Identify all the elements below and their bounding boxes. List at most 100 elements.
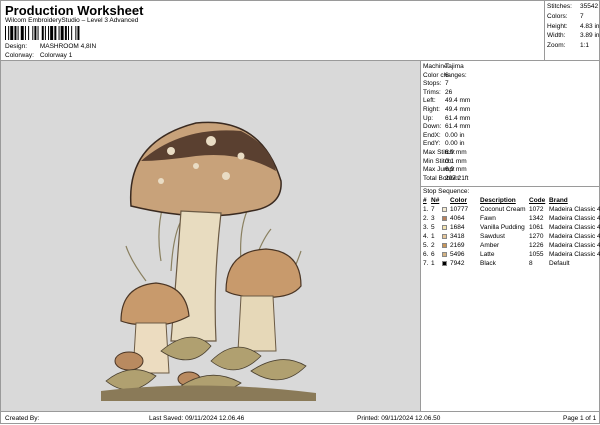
col-code: Code xyxy=(529,197,546,204)
machine-info-panel: Machine: Tajima Color changes: 6 Stops: 7 Trim… xyxy=(421,61,600,411)
cell-brand: Madeira Classic 40 xyxy=(549,224,600,231)
cell-num: 4. xyxy=(423,233,429,240)
cell-code: 8 xyxy=(529,260,533,267)
machine-info-label: Down: xyxy=(423,123,442,131)
cell-n: 5 xyxy=(431,224,435,231)
design-value: MASHROOM 4,8IN xyxy=(39,43,97,50)
machine-info-row: Left: 49.4 mm xyxy=(423,97,599,104)
stat-height: Height: 4.83 in xyxy=(547,23,600,30)
stat-colors: Colors: 7 xyxy=(547,13,584,20)
machine-info-value: 0.1 mm xyxy=(445,157,467,165)
worksheet-title: Production Worksheet xyxy=(5,3,144,18)
color-swatch xyxy=(442,216,447,221)
stop-sequence-row: 2. 3 4064 Fawn 1342 Madeira Classic 40 xyxy=(421,215,600,224)
cell-color: 10777 xyxy=(450,206,469,213)
col-n: N# xyxy=(431,197,440,204)
machine-info-value: 49.4 mm xyxy=(445,106,471,113)
stat-zoom: Zoom: 1:1 xyxy=(547,42,590,49)
machine-info-value: 7 xyxy=(445,80,449,88)
color-swatch xyxy=(442,207,447,212)
cell-code: 1055 xyxy=(529,251,544,258)
machine-info-row: Max Jump: 6.9 mm xyxy=(423,166,599,173)
mushroom-embroidery-image xyxy=(101,121,316,401)
design-preview-canvas xyxy=(1,61,421,411)
machine-info-row: Up: 61.4 mm xyxy=(423,115,599,122)
machine-info-label: Stops: xyxy=(423,80,442,88)
cell-color: 1684 xyxy=(450,224,465,231)
color-swatch xyxy=(442,225,447,230)
cell-num: 7. xyxy=(423,260,429,267)
cell-n: 2 xyxy=(431,242,435,249)
stop-sequence-row: 4. 1 3418 Sawdust 1270 Madeira Classic 40 xyxy=(421,233,600,242)
cell-description: Amber xyxy=(480,242,500,249)
worksheet-footer: Created By: Last Saved: 09/11/2024 12.06… xyxy=(1,411,600,425)
stop-sequence-row: 7. 1 7942 Black 8 Default xyxy=(421,260,600,269)
machine-info-row: Total Bobbin: 207.21ft xyxy=(423,175,599,182)
machine-info-row: Stops: 7 xyxy=(423,80,599,87)
cell-color: 3418 xyxy=(450,233,465,240)
col-color: Color xyxy=(450,197,467,204)
stat-width: Width: 3.89 in xyxy=(547,32,600,39)
stop-sequence-title: Stop Sequence: xyxy=(423,188,470,195)
cell-num: 2. xyxy=(423,215,429,222)
cell-description: Coconut Cream xyxy=(480,206,526,213)
cell-color: 4064 xyxy=(450,215,465,222)
color-swatch xyxy=(442,261,447,266)
machine-info-row: Down: 61.4 mm xyxy=(423,123,599,130)
machine-info-value: 0.00 in xyxy=(445,140,465,148)
cell-description: Black xyxy=(480,260,496,267)
stop-sequence-row: 3. 5 1684 Vanilla Pudding 1061 Madeira Classi… xyxy=(421,224,600,233)
machine-info-value: 49.4 mm xyxy=(445,97,471,105)
cell-description: Fawn xyxy=(480,215,496,222)
col-num: # xyxy=(423,197,427,204)
cell-description: Latte xyxy=(480,251,495,258)
machine-info-label: Up: xyxy=(423,114,434,122)
machine-info-value: 6.9 mm xyxy=(445,149,467,156)
machine-info-label: EndX: xyxy=(423,131,441,139)
last-saved: Last Saved: 09/11/2024 12.06.46 xyxy=(149,415,245,422)
machine-info-row: Max Stitch: 6.9 mm xyxy=(423,149,599,156)
machine-info-value: 6 xyxy=(445,71,449,79)
machine-info-row: EndY: 0.00 in xyxy=(423,140,599,147)
barcode-image xyxy=(5,26,80,40)
machine-info-value: 0.00 in xyxy=(445,131,465,139)
machine-info-label: EndY: xyxy=(423,140,441,148)
machine-info-row: Right: 49.4 mm xyxy=(423,106,599,113)
cell-code: 1226 xyxy=(529,242,544,249)
cell-code: 1270 xyxy=(529,233,544,240)
color-swatch xyxy=(442,243,447,248)
cell-num: 1. xyxy=(423,206,429,213)
cell-num: 3. xyxy=(423,224,429,231)
cell-brand: Madeira Classic 40 xyxy=(549,215,600,222)
cell-description: Sawdust xyxy=(480,233,505,240)
cell-n: 7 xyxy=(431,206,435,213)
machine-info-value: 26 xyxy=(445,88,453,96)
created-by: Created By: xyxy=(5,415,40,422)
machine-info-row: Min Stitch: 0.1 mm xyxy=(423,158,599,165)
cell-code: 1072 xyxy=(529,206,544,213)
colorway-value: Colorway 1 xyxy=(39,52,73,59)
stats-panel: Stitches: 35542 Colors: 7 Height: 4.83 in W… xyxy=(544,1,600,61)
cell-color: 2169 xyxy=(450,242,465,249)
machine-info-label: Left: xyxy=(423,97,436,105)
cell-num: 6. xyxy=(423,251,429,258)
machine-info-value: 6.9 mm xyxy=(445,166,467,174)
divider xyxy=(421,186,600,187)
cell-n: 6 xyxy=(431,251,435,258)
color-swatch xyxy=(442,234,447,239)
production-worksheet: Production Worksheet Wilcom EmbroiderySt… xyxy=(0,0,600,424)
stop-sequence-row: 5. 2 2169 Amber 1226 Madeira Classic 40 xyxy=(421,242,600,251)
machine-info-row: EndX: 0.00 in xyxy=(423,132,599,139)
cell-color: 5496 xyxy=(450,251,465,258)
machine-info-row: Trims: 26 xyxy=(423,89,599,96)
cell-brand: Madeira Classic 40 xyxy=(549,251,600,258)
cell-num: 5. xyxy=(423,242,429,249)
machine-info-value: 207.21ft xyxy=(445,174,469,182)
col-description: Description xyxy=(480,197,516,204)
machine-info-row: Color changes: 6 xyxy=(423,72,599,79)
page-number: Page 1 of 1 xyxy=(563,415,597,422)
cell-brand: Madeira Classic 40 xyxy=(549,233,600,240)
machine-info-label: Trims: xyxy=(423,88,441,96)
stop-sequence-row: 1. 7 10777 Coconut Cream 1072 Madeira Classic… xyxy=(421,206,600,215)
cell-brand: Madeira Classic 40 xyxy=(549,242,600,249)
